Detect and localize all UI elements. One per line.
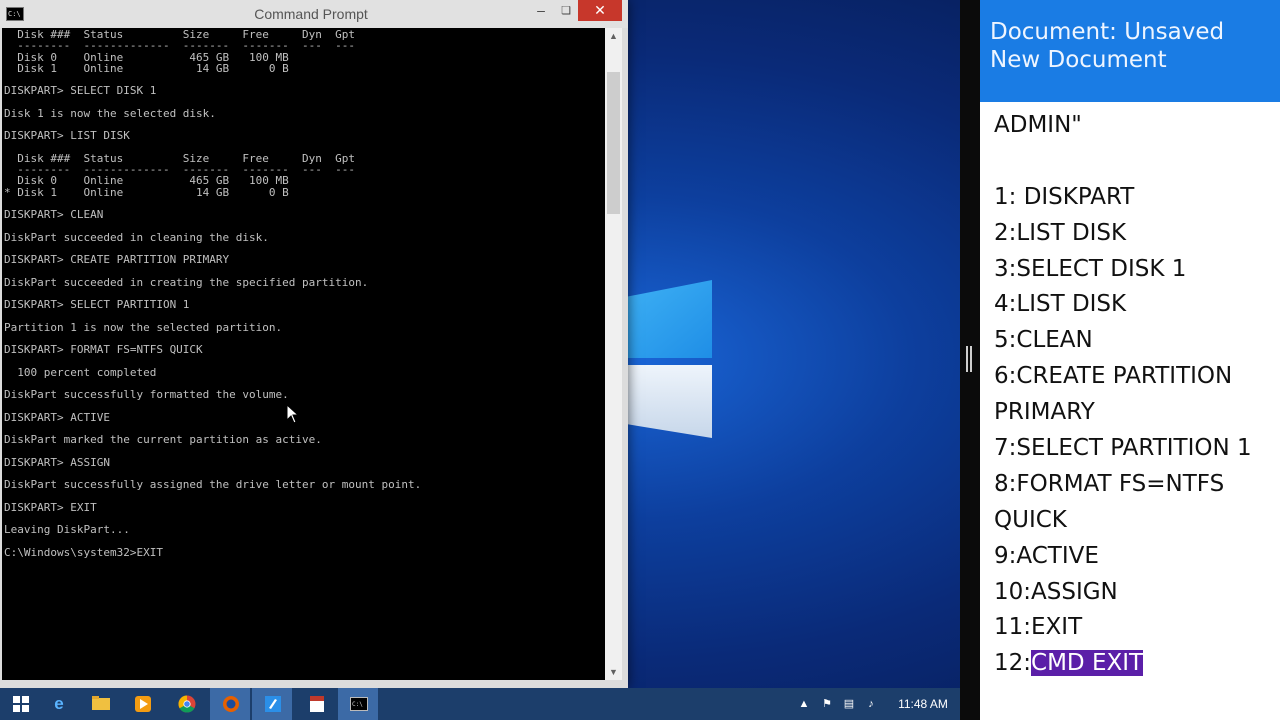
start-button[interactable] xyxy=(0,688,40,720)
notepad-icon xyxy=(264,695,282,713)
document-line: 5:CLEAN xyxy=(994,327,1093,354)
maximize-button[interactable]: ❏ xyxy=(555,2,577,20)
taskbar-pdf-viewer[interactable] xyxy=(296,688,336,720)
console-line: DISKPART> LIST DISK xyxy=(4,129,130,143)
taskbar: e C:\ ▲ ⚑ ▤ ♪ 11:48 AM xyxy=(0,688,960,720)
vertical-scrollbar[interactable]: ▲ ▼ xyxy=(605,28,622,680)
file-explorer-icon xyxy=(92,695,110,713)
command-prompt-icon: C:\ xyxy=(350,695,368,713)
title-bar[interactable]: C:\ Command Prompt – ❏ ✕ xyxy=(0,0,628,28)
console-line: DiskPart successfully formatted the volu… xyxy=(4,388,289,401)
taskbar-command-prompt[interactable]: C:\ xyxy=(338,688,378,720)
taskbar-media-player[interactable] xyxy=(122,688,162,720)
console-line: DiskPart succeeded in creating the speci… xyxy=(4,275,369,289)
console-line: DISKPART> CLEAN xyxy=(4,208,104,221)
document-line: ADMIN" xyxy=(994,112,1082,138)
taskbar-clock[interactable]: 11:48 AM xyxy=(888,697,958,711)
scroll-down-arrow-icon[interactable]: ▼ xyxy=(605,664,622,680)
console-line: DiskPart succeeded in cleaning the disk. xyxy=(4,230,269,244)
taskbar-chrome[interactable] xyxy=(166,688,206,720)
console-line: DISKPART> CREATE PARTITION PRIMARY xyxy=(4,253,230,266)
scroll-up-arrow-icon[interactable]: ▲ xyxy=(605,28,622,44)
svg-text:C:\: C:\ xyxy=(352,701,363,708)
taskbar-file-explorer[interactable] xyxy=(80,688,120,720)
windows-logo xyxy=(620,278,720,443)
console-line: Leaving DiskPart... xyxy=(4,523,130,536)
document-line-prefix: 12: xyxy=(994,650,1032,677)
firefox-icon xyxy=(222,695,240,713)
document-line: 3:SELECT DISK 1 xyxy=(994,255,1187,282)
document-line: QUICK xyxy=(994,506,1067,533)
taskbar-notepad[interactable] xyxy=(252,688,292,720)
console-line: 100 percent completed xyxy=(4,365,157,379)
console-line: DISKPART> FORMAT FS=NTFS QUICK xyxy=(4,343,203,356)
document-line-last: 12:CMD EXIT xyxy=(994,646,1278,682)
internet-explorer-icon: e xyxy=(54,694,64,713)
console-line: DISKPART> SELECT DISK 1 xyxy=(4,84,157,98)
taskbar-internet-explorer[interactable]: e xyxy=(38,688,78,720)
document-line: 7:SELECT PARTITION 1 xyxy=(994,435,1252,462)
console-output[interactable]: Disk ### Status Size Free Dyn Gpt ------… xyxy=(2,28,605,680)
console-line: Partition 1 is now the selected partitio… xyxy=(4,320,283,334)
splitter-grip-icon[interactable] xyxy=(965,346,975,372)
console-line: Disk 1 is now the selected disk. xyxy=(4,106,216,120)
mouse-cursor-icon xyxy=(286,403,300,424)
flag-icon[interactable]: ⚑ xyxy=(820,697,834,711)
document-body[interactable]: ADMIN" 1: DISKPART 2:LIST DISK 3:SELECT DIS… xyxy=(994,108,1278,682)
console-line: Disk 1 Online 14 GB 0 B xyxy=(4,61,289,75)
document-line: 1: DISKPART xyxy=(994,183,1135,210)
console-line: DISKPART> EXIT xyxy=(4,500,97,514)
media-player-icon xyxy=(134,695,152,713)
windows-start-icon xyxy=(12,695,30,713)
document-line: 8:FORMAT FS=NTFS xyxy=(994,470,1225,497)
document-line: 2:LIST DISK xyxy=(994,219,1127,246)
taskbar-firefox[interactable] xyxy=(210,688,250,720)
command-prompt-window[interactable]: C:\ Command Prompt – ❏ ✕ Disk ### Status… xyxy=(0,0,628,688)
chrome-icon xyxy=(178,695,196,713)
document-header: Document: Unsaved New Document xyxy=(980,0,1280,102)
document-line: 6:CREATE PARTITION xyxy=(994,363,1233,390)
console-line: DISKPART> ASSIGN xyxy=(4,455,110,469)
document-panel: Document: Unsaved New Document ADMIN" 1: … xyxy=(980,0,1280,720)
document-line: 11:EXIT xyxy=(994,614,1083,641)
document-line: PRIMARY xyxy=(994,399,1095,426)
close-button[interactable]: ✕ xyxy=(578,0,622,21)
chevron-up-icon[interactable]: ▲ xyxy=(798,697,810,711)
console-line: DISKPART> SELECT PARTITION 1 xyxy=(4,298,190,311)
document-line: 9:ACTIVE xyxy=(994,542,1099,569)
console-line: C:\Windows\system32>EXIT xyxy=(4,545,163,559)
document-line: 4:LIST DISK xyxy=(994,291,1127,318)
console-line: DiskPart successfully assigned the drive… xyxy=(4,478,422,491)
pdf-viewer-icon xyxy=(308,695,326,713)
minimize-button[interactable]: – xyxy=(530,2,552,20)
console-line: * Disk 1 Online 14 GB 0 B xyxy=(4,185,289,199)
document-line: 10:ASSIGN xyxy=(994,578,1118,605)
scroll-thumb[interactable] xyxy=(607,72,620,214)
console-line: DiskPart marked the current partition as… xyxy=(4,433,322,446)
document-title: Document: Unsaved New Document xyxy=(990,19,1225,73)
selected-text[interactable]: CMD EXIT xyxy=(1031,650,1144,677)
console-line: DISKPART> ACTIVE xyxy=(4,410,110,424)
window-title: Command Prompt xyxy=(254,6,368,22)
network-icon[interactable]: ▤ xyxy=(842,697,856,711)
volume-icon[interactable]: ♪ xyxy=(864,697,878,711)
